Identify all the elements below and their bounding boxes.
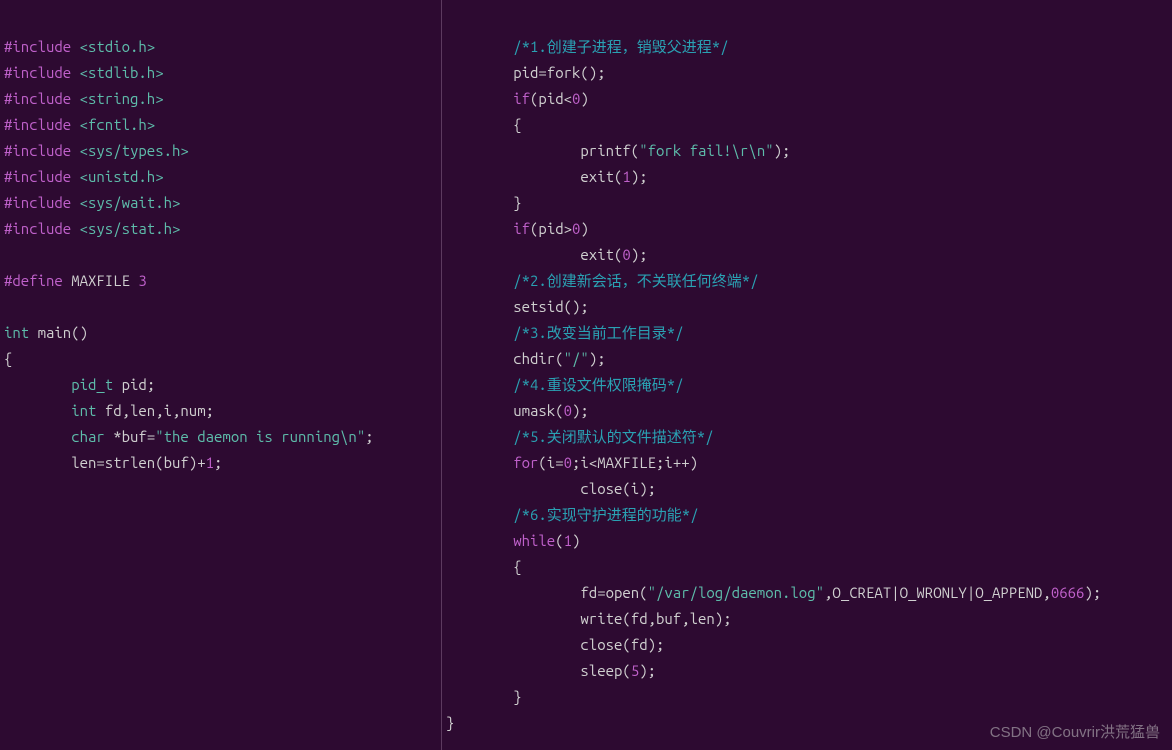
code-line: #include <sys/stat.h> (4, 220, 180, 237)
code-line: #include <sys/types.h> (4, 142, 189, 159)
code-line: #include <string.h> (4, 90, 164, 107)
code-line: chdir("/"); (446, 350, 606, 367)
code-line: { (446, 116, 522, 133)
code-line: umask(0); (446, 402, 589, 419)
code-line: pid_t pid; (4, 376, 155, 393)
code-line: if(pid<0) (446, 90, 589, 107)
code-line: int main() (4, 324, 88, 341)
code-pane-right: /*1.创建子进程，销毁父进程*/ pid=fork(); if(pid<0) … (442, 0, 1172, 750)
code-line: /*4.重设文件权限掩码*/ (446, 376, 684, 393)
code-line: if(pid>0) (446, 220, 589, 237)
code-pane-left: #include <stdio.h> #include <stdlib.h> #… (0, 0, 442, 750)
code-line: write(fd,buf,len); (446, 610, 732, 627)
code-line: exit(1); (446, 168, 648, 185)
code-line: /*1.创建子进程，销毁父进程*/ (446, 38, 729, 55)
code-line: #include <fcntl.h> (4, 116, 155, 133)
code-line: #include <stdlib.h> (4, 64, 164, 81)
code-line: fd=open("/var/log/daemon.log",O_CREAT|O_… (446, 584, 1101, 601)
code-line: #include <sys/wait.h> (4, 194, 180, 211)
code-line: #define MAXFILE 3 (4, 272, 147, 289)
code-line: while(1) (446, 532, 580, 549)
code-line: /*6.实现守护进程的功能*/ (446, 506, 699, 523)
code-line: setsid(); (446, 298, 589, 315)
code-line: /*3.改变当前工作目录*/ (446, 324, 684, 341)
code-line: } (446, 688, 522, 705)
code-line: len=strlen(buf)+1; (4, 454, 222, 471)
code-line: sleep(5); (446, 662, 656, 679)
code-line: for(i=0;i<MAXFILE;i++) (446, 454, 698, 471)
code-line (4, 298, 12, 315)
code-line (4, 246, 12, 263)
code-line: #include <stdio.h> (4, 38, 155, 55)
code-line: { (446, 558, 522, 575)
code-line: int fd,len,i,num; (4, 402, 214, 419)
code-line: } (446, 714, 454, 731)
code-line: exit(0); (446, 246, 648, 263)
code-line: printf("fork fail!\r\n"); (446, 142, 790, 159)
code-line: /*2.创建新会话，不关联任何终端*/ (446, 272, 759, 289)
code-line: { (4, 350, 12, 367)
code-line: #include <unistd.h> (4, 168, 164, 185)
code-line: char *buf="the daemon is running\n"; (4, 428, 374, 445)
editor-split: #include <stdio.h> #include <stdlib.h> #… (0, 0, 1172, 750)
code-line: /*5.关闭默认的文件描述符*/ (446, 428, 714, 445)
code-line: pid=fork(); (446, 64, 606, 81)
code-line: close(i); (446, 480, 656, 497)
code-line: close(fd); (446, 636, 664, 653)
code-line: } (446, 194, 522, 211)
